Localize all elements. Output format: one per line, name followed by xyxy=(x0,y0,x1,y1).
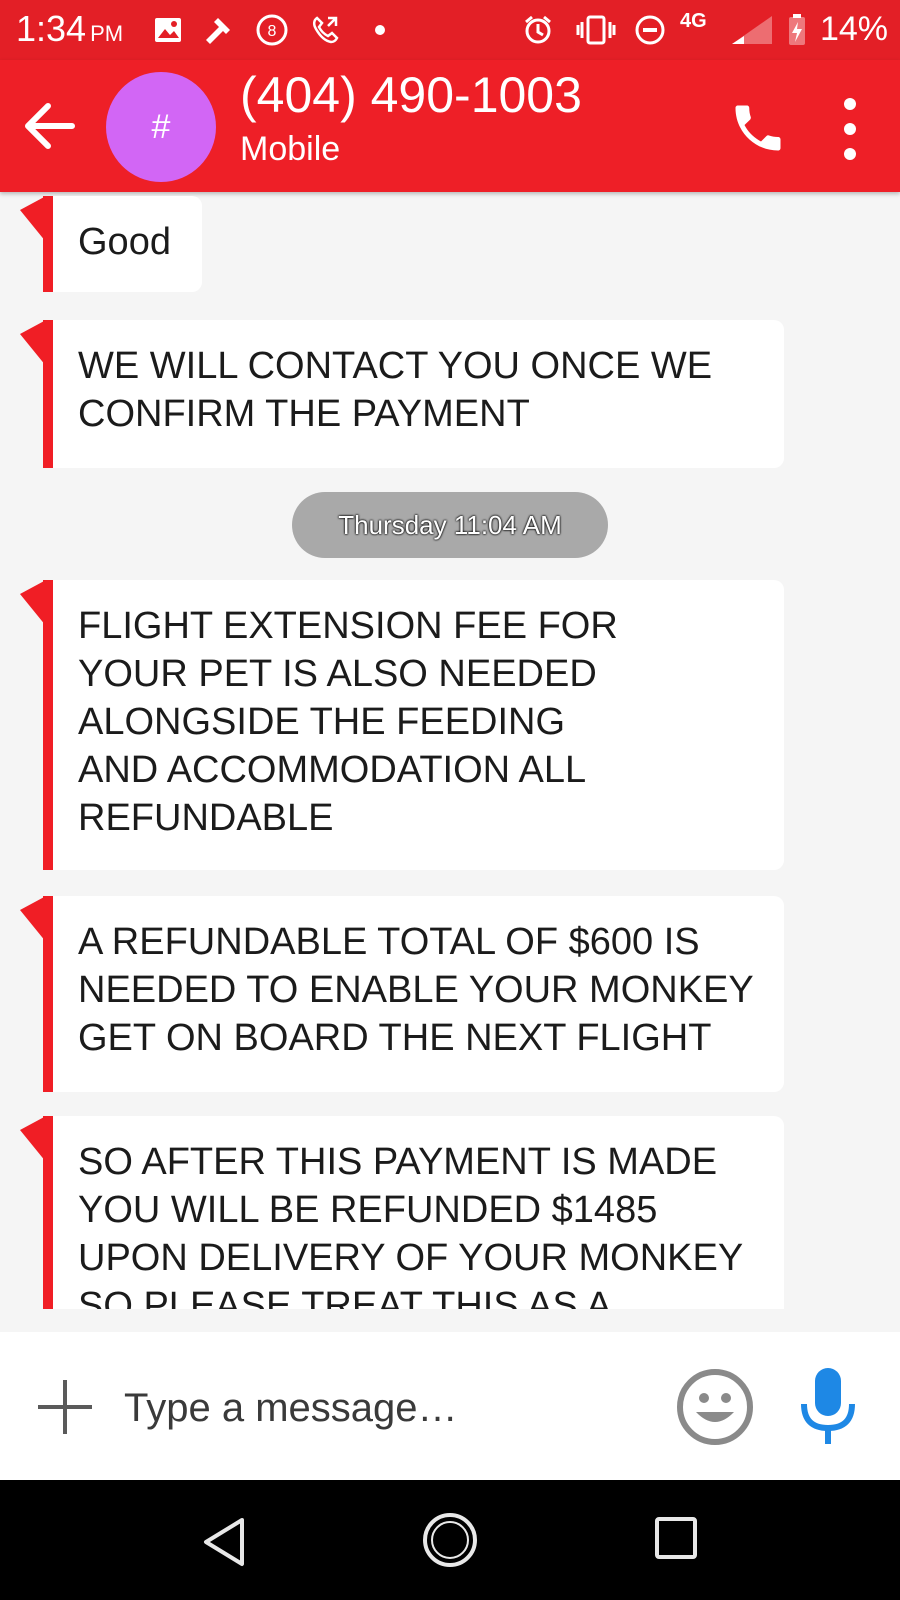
call-forward-icon xyxy=(312,16,339,44)
battery-icon xyxy=(789,14,805,45)
network-type: 4G xyxy=(680,10,707,32)
vibrate-icon xyxy=(576,15,616,45)
conversation-header: # (404) 490-1003 Mobile xyxy=(0,60,900,192)
message-bubble: Good xyxy=(53,196,202,292)
more-vert-icon[interactable] xyxy=(840,94,860,164)
message-bubble: SO AFTER THIS PAYMENT IS MADE YOU WILL B… xyxy=(53,1116,784,1309)
message-bubble: FLIGHT EXTENSION FEE FOR YOUR PET IS ALS… xyxy=(53,580,784,870)
message-accent-bar xyxy=(43,1116,53,1309)
status-bar: 1:34 PM 8 4G 14% xyxy=(0,0,900,60)
tools-icon xyxy=(206,18,230,44)
message-accent-bar xyxy=(43,580,53,870)
message-bubble: WE WILL CONTACT YOU ONCE WE CONFIRM THE … xyxy=(53,320,784,468)
contact-number: (404) 490-1003 xyxy=(240,67,582,123)
compose-bar xyxy=(0,1332,900,1480)
contact-type: Mobile xyxy=(240,130,341,168)
status-time-value: 1:34 xyxy=(16,8,87,49)
back-arrow-icon[interactable] xyxy=(18,94,82,158)
message-input[interactable] xyxy=(124,1380,644,1436)
mic-icon[interactable] xyxy=(798,1366,858,1448)
nav-home-icon[interactable] xyxy=(422,1512,478,1568)
message-bubble: A REFUNDABLE TOTAL OF $600 IS NEEDED TO … xyxy=(53,896,784,1092)
alarm-icon xyxy=(525,15,551,44)
avatar[interactable]: # xyxy=(106,72,216,182)
avatar-text: # xyxy=(151,107,171,146)
message-list[interactable]: Good WE WILL CONTACT YOU ONCE WE CONFIRM… xyxy=(0,192,900,1309)
message-accent-bar xyxy=(43,320,53,468)
do-not-disturb-icon xyxy=(635,15,665,45)
emoji-icon[interactable] xyxy=(676,1368,754,1446)
gallery-icon xyxy=(155,18,181,42)
message-accent-bar xyxy=(43,196,53,292)
nav-recents-icon[interactable] xyxy=(654,1516,698,1560)
status-ampm: PM xyxy=(90,21,124,46)
phone-icon[interactable] xyxy=(728,98,788,158)
system-navigation-bar xyxy=(0,1480,900,1600)
nav-back-icon[interactable] xyxy=(200,1516,248,1568)
signal-icon xyxy=(732,16,772,44)
svg-text:8: 8 xyxy=(268,23,277,40)
date-separator: Thursday 11:04 AM xyxy=(292,492,608,558)
dot-icon xyxy=(375,25,385,35)
plus-icon[interactable] xyxy=(36,1378,94,1436)
battery-percent: 14% xyxy=(819,10,888,48)
app-badge-icon: 8 xyxy=(256,14,288,46)
status-time: 1:34 PM xyxy=(16,8,123,50)
message-accent-bar xyxy=(43,896,53,1092)
